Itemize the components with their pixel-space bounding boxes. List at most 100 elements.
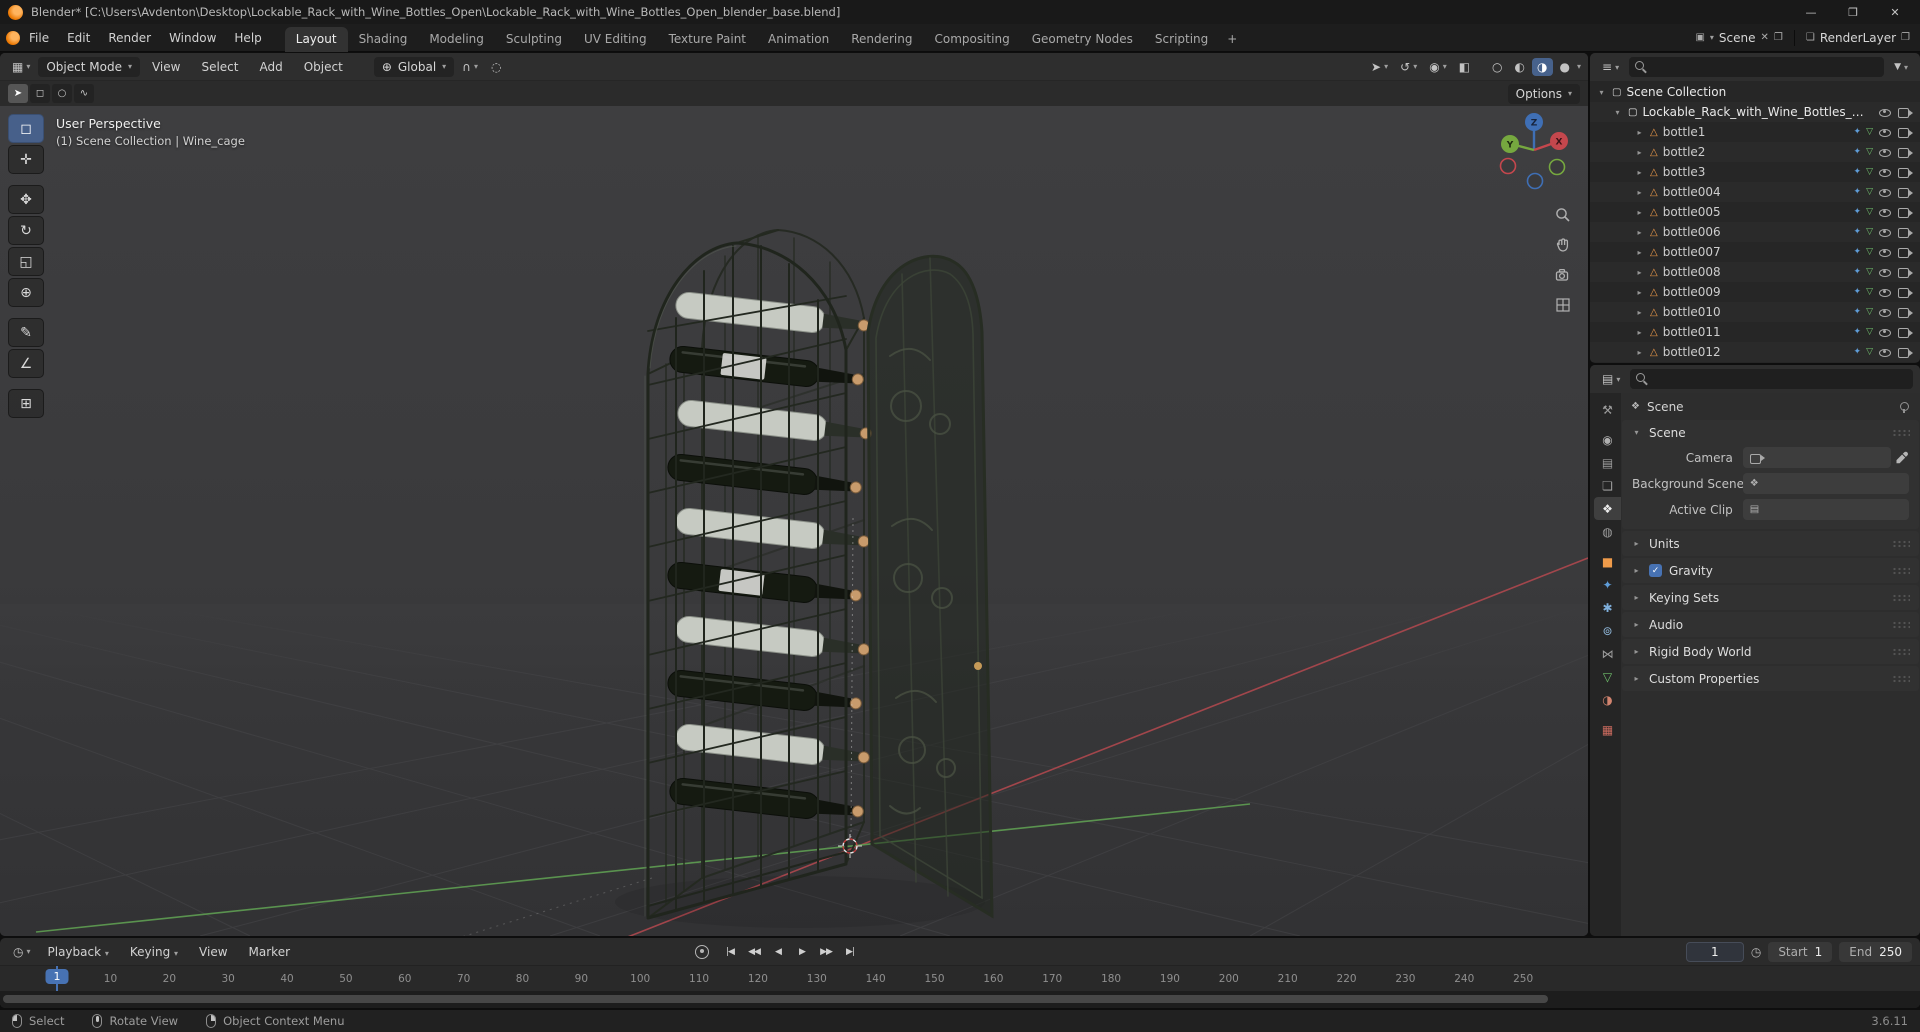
- zoom-icon[interactable]: [1552, 204, 1574, 226]
- scene-new-icon[interactable]: ❐: [1774, 32, 1783, 43]
- keying-sets-panel[interactable]: ▸ Keying Sets: [1622, 585, 1919, 610]
- minimize-button[interactable]: —: [1794, 0, 1828, 24]
- pin-icon[interactable]: [1898, 401, 1910, 413]
- current-frame-field[interactable]: 1: [1685, 941, 1744, 962]
- object-name[interactable]: bottle006: [1663, 225, 1721, 239]
- workspace-tab[interactable]: Shading: [348, 27, 419, 52]
- viewport-menu[interactable]: Add: [250, 57, 291, 77]
- object-type-visibility-button[interactable]: ➤ ▾: [1366, 58, 1393, 76]
- render-visibility-icon[interactable]: [1898, 345, 1914, 359]
- xray-toggle-button[interactable]: ◧: [1454, 58, 1475, 76]
- disclosure-icon[interactable]: ▸: [1634, 308, 1645, 317]
- object-name[interactable]: bottle3: [1663, 165, 1706, 179]
- disclosure-icon[interactable]: ▾: [1612, 108, 1623, 117]
- workspace-tab[interactable]: Animation: [757, 27, 840, 52]
- scene-browse-caret-icon[interactable]: ▾: [1710, 33, 1714, 42]
- topbar-menu[interactable]: Window: [160, 28, 225, 48]
- hide-eye-icon[interactable]: [1878, 125, 1893, 139]
- object-name[interactable]: bottle008: [1663, 265, 1721, 279]
- render-visibility-icon[interactable]: [1898, 225, 1914, 239]
- tool-annotate-button[interactable]: ✎: [8, 318, 44, 347]
- render-visibility-icon[interactable]: [1898, 145, 1914, 159]
- workspace-tab[interactable]: Compositing: [923, 27, 1020, 52]
- panel-grip[interactable]: [1892, 647, 1910, 656]
- snap-magnet-button[interactable]: ∩ ▾: [457, 58, 483, 76]
- scene-unlink-icon[interactable]: ✕: [1761, 32, 1769, 43]
- render-visibility-icon[interactable]: [1898, 245, 1914, 259]
- blender-menu-icon[interactable]: [6, 30, 20, 45]
- hide-eye-icon[interactable]: [1878, 205, 1893, 219]
- outliner-editor-type-icon[interactable]: ≡ ▾: [1597, 58, 1624, 76]
- outliner-row-object[interactable]: ▸ △ bottle004 ✦ ▽: [1590, 182, 1920, 202]
- jump-to-end-button[interactable]: ▶|: [839, 942, 861, 962]
- keying-menu[interactable]: Keying ▾: [121, 942, 187, 962]
- background-scene-field[interactable]: ❖: [1742, 473, 1909, 494]
- outliner-row-object[interactable]: ▸ △ bottle3 ✦ ▽: [1590, 162, 1920, 182]
- render-visibility-icon[interactable]: [1898, 305, 1914, 319]
- tool-rotate-button[interactable]: ↻: [8, 216, 44, 245]
- render-visibility-icon[interactable]: [1898, 185, 1914, 199]
- timeline-scrollbar[interactable]: [0, 991, 1920, 1008]
- disclosure-icon[interactable]: ▸: [1634, 208, 1645, 217]
- view-layer-properties-tab[interactable]: ❏: [1594, 474, 1621, 497]
- shading-rendered-button[interactable]: ●: [1555, 58, 1575, 76]
- close-button[interactable]: ✕: [1878, 0, 1912, 24]
- select-mode-circle-button[interactable]: ○: [52, 84, 72, 103]
- eyedropper-icon[interactable]: [1895, 451, 1909, 465]
- panel-grip[interactable]: [1892, 428, 1910, 437]
- jump-to-start-button[interactable]: |◀: [719, 942, 741, 962]
- scene-browse-icon[interactable]: ▣: [1695, 32, 1704, 43]
- select-mode-lasso-button[interactable]: ∿: [74, 84, 94, 103]
- tool-scale-button[interactable]: ◱: [8, 247, 44, 276]
- options-dropdown[interactable]: Options ▾: [1507, 83, 1580, 104]
- object-name[interactable]: bottle005: [1663, 205, 1721, 219]
- world-properties-tab[interactable]: ◍: [1594, 520, 1621, 543]
- panel-grip[interactable]: [1892, 620, 1910, 629]
- hide-eye-icon[interactable]: [1878, 305, 1893, 319]
- workspace-tab[interactable]: Sculpting: [495, 27, 573, 52]
- gizmo-z-neg-axis[interactable]: [1526, 172, 1544, 190]
- custom-properties-panel[interactable]: ▸ Custom Properties: [1622, 666, 1919, 691]
- object-name[interactable]: bottle010: [1663, 305, 1721, 319]
- workspace-tab[interactable]: UV Editing: [573, 27, 658, 52]
- prev-keyframe-button[interactable]: ◀◀: [743, 942, 765, 962]
- auto-keyframe-icon[interactable]: [695, 944, 709, 959]
- viewport-editor-type-icon[interactable]: ▦ ▾: [7, 58, 35, 76]
- properties-search-input[interactable]: [1630, 369, 1913, 389]
- hide-eye-icon[interactable]: [1878, 265, 1893, 279]
- tool-transform-button[interactable]: ⊕: [8, 278, 44, 307]
- camera-field[interactable]: [1742, 447, 1891, 468]
- hide-eye-icon[interactable]: [1878, 225, 1893, 239]
- object-name[interactable]: bottle1: [1663, 125, 1706, 139]
- outliner-row-object[interactable]: ▸ △ bottle008 ✦ ▽: [1590, 262, 1920, 282]
- disclosure-icon[interactable]: ▸: [1634, 328, 1645, 337]
- topbar-menu[interactable]: Render: [99, 28, 160, 48]
- outliner-row-object[interactable]: ▸ △ bottle1 ✦ ▽: [1590, 122, 1920, 142]
- tool-measure-button[interactable]: ∠: [8, 349, 44, 378]
- mode-dropdown[interactable]: Object Mode ▾: [38, 56, 140, 77]
- marker-menu[interactable]: Marker: [240, 942, 299, 962]
- disclosure-icon[interactable]: ▸: [1634, 248, 1645, 257]
- outliner-row-object[interactable]: ▸ △ bottle005 ✦ ▽: [1590, 202, 1920, 222]
- collection-name[interactable]: Lockable_Rack_with_Wine_Bottles_Ope: [1642, 105, 1868, 119]
- view-layer-icon[interactable]: ❏: [1806, 32, 1815, 43]
- start-frame-field[interactable]: Start 1: [1768, 941, 1833, 962]
- tool-properties-tab[interactable]: ⚒: [1594, 398, 1621, 421]
- render-visibility-icon[interactable]: [1898, 125, 1914, 139]
- select-mode-tweak-button[interactable]: ➤: [8, 84, 28, 103]
- timeline-ruler[interactable]: 1 10 20 30 40 50 60 70 80 90 100 110 120 130 140 150 16…: [0, 965, 1920, 991]
- output-properties-tab[interactable]: ▤: [1594, 451, 1621, 474]
- outliner-row-object[interactable]: ▸ △ bottle009 ✦ ▽: [1590, 282, 1920, 302]
- panel-disclosure-icon[interactable]: ▾: [1631, 428, 1642, 437]
- object-data-properties-tab[interactable]: ▽: [1594, 665, 1621, 688]
- camera-view-icon[interactable]: [1552, 264, 1574, 286]
- scene-properties-tab[interactable]: ❖: [1594, 497, 1621, 520]
- physics-properties-tab[interactable]: ⊚: [1594, 619, 1621, 642]
- navigation-gizmo[interactable]: Z X Y: [1492, 108, 1576, 192]
- hide-eye-icon[interactable]: [1878, 185, 1893, 199]
- view-layer-name[interactable]: RenderLayer: [1820, 31, 1896, 45]
- play-button[interactable]: ▶: [791, 942, 813, 962]
- panel-grip[interactable]: [1892, 674, 1910, 683]
- outliner-row-object[interactable]: ▸ △ bottle2 ✦ ▽: [1590, 142, 1920, 162]
- units-panel[interactable]: ▸ Units: [1622, 531, 1919, 556]
